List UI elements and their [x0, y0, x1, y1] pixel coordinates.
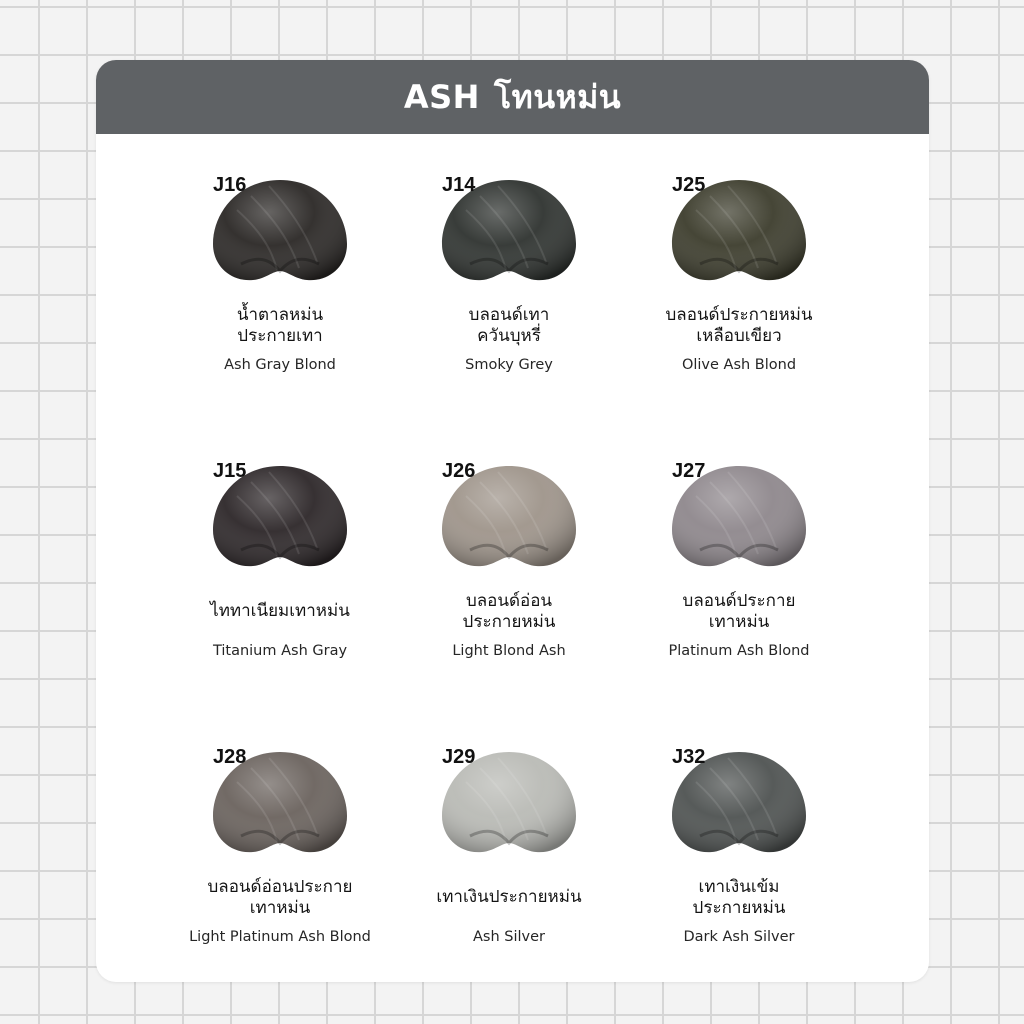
- swatch-english-name: Ash Gray Blond: [224, 357, 336, 373]
- swatch-item[interactable]: J29 เทาเงินประกายหม่น Ash Silver: [436, 746, 670, 996]
- swatch-code: J32: [672, 746, 706, 768]
- swatch-english-name: Ash Silver: [473, 929, 545, 945]
- swatch-item[interactable]: J28 บลอนด์อ่อนประกาย เทาหม่น Light Platinum…: [189, 746, 441, 996]
- chart-header: ASH โทนหม่น: [96, 60, 929, 134]
- swatch-item[interactable]: J15 ไททาเนียมเทาหม่น Titanium Ash Gray: [210, 460, 441, 710]
- swatch-english-name: Light Platinum Ash Blond: [189, 929, 371, 945]
- swatch-thai-name: บลอนด์ประกาย: [682, 591, 796, 611]
- swatch-item[interactable]: J26 บลอนด์อ่อน ประกายหม่น Light Blond Ash: [440, 460, 670, 710]
- swatch-thai-name: ประกายหม่น: [692, 898, 786, 918]
- swatch-code: J15: [213, 460, 247, 482]
- swatch-thai-name: ไททาเนียมเทาหม่น: [210, 601, 350, 621]
- swatch-item[interactable]: J16 น้ำตาลหม่น ประกายเทา Ash Gray Blond: [211, 174, 441, 424]
- swatch-thai-name: เทาหม่น: [708, 612, 770, 632]
- swatch-code: J29: [442, 746, 476, 768]
- swatch-code: J25: [672, 174, 706, 196]
- swatch-thai-name: เทาเงินเข้ม: [698, 877, 780, 897]
- swatch-english-name: Light Blond Ash: [452, 643, 566, 659]
- swatch-code: J26: [442, 460, 476, 482]
- swatch-thai-name: ประกายเทา: [237, 326, 323, 346]
- swatch-code: J16: [213, 174, 247, 196]
- header-title-th: โทนหม่น: [493, 77, 622, 116]
- swatch-english-name: Smoky Grey: [465, 357, 553, 373]
- swatch-thai-name: บลอนด์ประกายหม่น: [665, 305, 813, 325]
- header-title-en: ASH: [403, 78, 480, 116]
- swatch-english-name: Platinum Ash Blond: [668, 643, 810, 659]
- swatch-thai-name: เทาหม่น: [249, 898, 311, 918]
- swatch-item[interactable]: J25 บลอนด์ประกายหม่น เหลือบเขียว Olive Ash …: [666, 174, 900, 424]
- swatch-thai-name: เทาเงินประกายหม่น: [436, 887, 582, 907]
- swatch-thai-name: ควันบุหรี่: [477, 326, 541, 346]
- swatch-thai-name: บลอนด์เทา: [468, 305, 550, 325]
- swatch-english-name: Titanium Ash Gray: [212, 643, 348, 659]
- swatch-item[interactable]: J32 เทาเงินเข้ม ประกายหม่น Dark Ash Silver: [670, 746, 900, 996]
- swatch-thai-name: เหลือบเขียว: [696, 326, 782, 346]
- swatch-item[interactable]: J14 บลอนด์เทา ควันบุหรี่ Smoky Grey: [440, 174, 670, 424]
- swatch-code: J14: [442, 174, 476, 196]
- swatch-thai-name: น้ำตาลหม่น: [236, 305, 324, 325]
- swatch-code: J27: [672, 460, 706, 482]
- swatch-thai-name: ประกายหม่น: [462, 612, 556, 632]
- swatch-item[interactable]: J27 บลอนด์ประกาย เทาหม่น Platinum Ash Blond: [669, 460, 900, 710]
- swatch-thai-name: บลอนด์อ่อน: [465, 591, 553, 611]
- swatch-thai-name: บลอนด์อ่อนประกาย: [207, 877, 353, 897]
- swatch-code: J28: [213, 746, 247, 768]
- swatch-english-name: Dark Ash Silver: [683, 929, 795, 945]
- swatch-english-name: Olive Ash Blond: [681, 357, 797, 373]
